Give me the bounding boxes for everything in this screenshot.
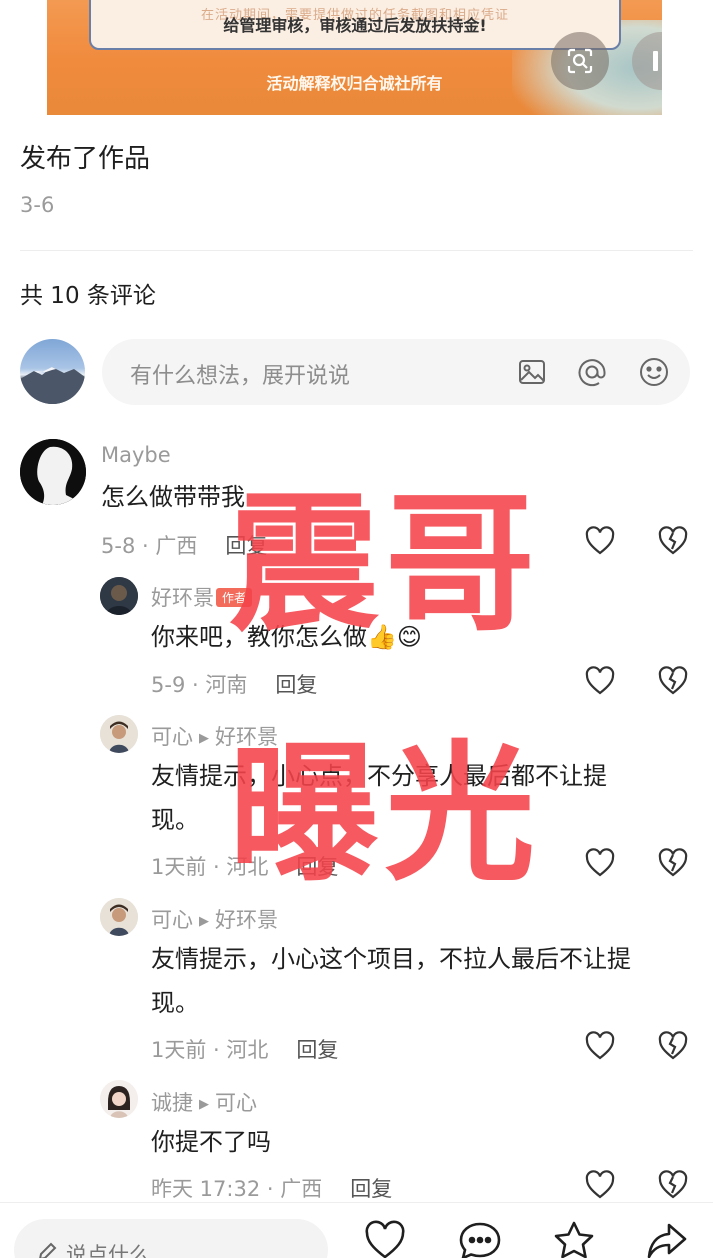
comment-username[interactable]: 诚捷 ▶ 可心 <box>151 1087 257 1117</box>
banner-notice-line2: 给管理审核，审核通过后发放扶持金! <box>223 16 487 35</box>
avatar-image <box>100 898 138 936</box>
dislike-icon[interactable] <box>657 847 689 879</box>
image-icon[interactable] <box>514 354 550 390</box>
lens-search-icon <box>567 48 593 74</box>
post-image-banner[interactable]: 在活动期间，需要提供做过的任务截图和相应凭证 给管理审核，审核通过后发放扶持金!… <box>47 0 662 115</box>
reply-button[interactable]: 回复 <box>296 1038 338 1062</box>
comment-time-location: 昨天 17:32 · 广西 <box>151 1177 323 1201</box>
watermark-line1: 震哥 <box>228 478 541 652</box>
comment-input[interactable]: 有什么想法，展开说说 <box>102 339 690 405</box>
share-icon[interactable] <box>645 1219 689 1258</box>
comments-count: 共 10 条评论 <box>20 283 156 309</box>
comment-username[interactable]: 可心 ▶ 好环景 <box>151 904 278 934</box>
reply-to-user: 可心 <box>215 1091 257 1115</box>
emoji-icon[interactable] <box>636 354 672 390</box>
banner-notice-box: 在活动期间，需要提供做过的任务截图和相应凭证 给管理审核，审核通过后发放扶持金! <box>89 0 621 50</box>
like-icon[interactable] <box>584 1169 616 1201</box>
comment-username-text: 可心 <box>151 725 193 749</box>
comment-time-location: 5-9 · 河南 <box>151 673 248 697</box>
comment-username[interactable]: Maybe <box>101 443 171 467</box>
comment-username-text: 诚捷 <box>151 1091 193 1115</box>
reply-to-user: 好环景 <box>215 908 278 932</box>
comment-icon[interactable] <box>458 1219 502 1258</box>
post-title: 发布了作品 <box>20 144 151 174</box>
like-icon[interactable] <box>584 847 616 879</box>
say-something-placeholder: 说点什么 <box>66 1243 150 1258</box>
avatar[interactable] <box>100 898 138 936</box>
reply-button[interactable]: 回复 <box>275 673 317 697</box>
reply-arrow-icon: ▶ <box>199 1097 209 1112</box>
avatar[interactable] <box>100 577 138 615</box>
comment-username-text: 可心 <box>151 908 193 932</box>
pause-icon <box>653 51 662 71</box>
comment-text: 你提不了吗 <box>151 1128 271 1156</box>
comment-text-line2: 现。 <box>151 806 199 834</box>
avatar-image <box>100 1080 138 1118</box>
comment-meta: 5-9 · 河南 回复 <box>151 669 317 699</box>
like-icon[interactable] <box>584 525 616 557</box>
say-something-input[interactable]: 说点什么 <box>14 1219 328 1258</box>
comment-time-location: 1天前 · 河北 <box>151 1038 269 1062</box>
at-icon[interactable] <box>574 354 610 390</box>
like-icon[interactable] <box>584 665 616 697</box>
avatar-image <box>100 577 138 615</box>
comment-input-placeholder: 有什么想法，展开说说 <box>130 364 351 389</box>
reply-arrow-icon: ▶ <box>199 914 209 929</box>
post-date: 3-6 <box>20 193 55 217</box>
avatar[interactable] <box>100 1080 138 1118</box>
pen-icon <box>39 1242 57 1258</box>
star-icon[interactable] <box>552 1219 596 1258</box>
lens-search-button[interactable] <box>551 32 609 90</box>
avatar[interactable] <box>20 439 86 505</box>
like-icon[interactable] <box>584 1030 616 1062</box>
divider <box>20 250 693 251</box>
comment-meta: 1天前 · 河北 回复 <box>151 1034 338 1064</box>
mountain-image <box>20 367 85 404</box>
my-avatar[interactable] <box>20 339 85 404</box>
heart-icon[interactable] <box>363 1219 407 1258</box>
comment-text-line1: 友情提示，小心这个项目，不拉人最后不让提 <box>151 945 631 973</box>
dislike-icon[interactable] <box>657 1030 689 1062</box>
comment-meta: 昨天 17:32 · 广西 回复 <box>151 1173 392 1203</box>
avatar-image <box>100 715 138 753</box>
comment-time-location: 5-8 · 广西 <box>101 534 198 558</box>
dislike-icon[interactable] <box>657 665 689 697</box>
reply-button[interactable]: 回复 <box>350 1177 392 1201</box>
dislike-icon[interactable] <box>657 525 689 557</box>
avatar[interactable] <box>100 715 138 753</box>
bottom-bar: 说点什么 <box>0 1202 713 1258</box>
avatar-silhouette <box>20 439 86 505</box>
comment-text-line2: 现。 <box>151 989 199 1017</box>
watermark-line2: 曝光 <box>228 728 541 902</box>
dislike-icon[interactable] <box>657 1169 689 1201</box>
